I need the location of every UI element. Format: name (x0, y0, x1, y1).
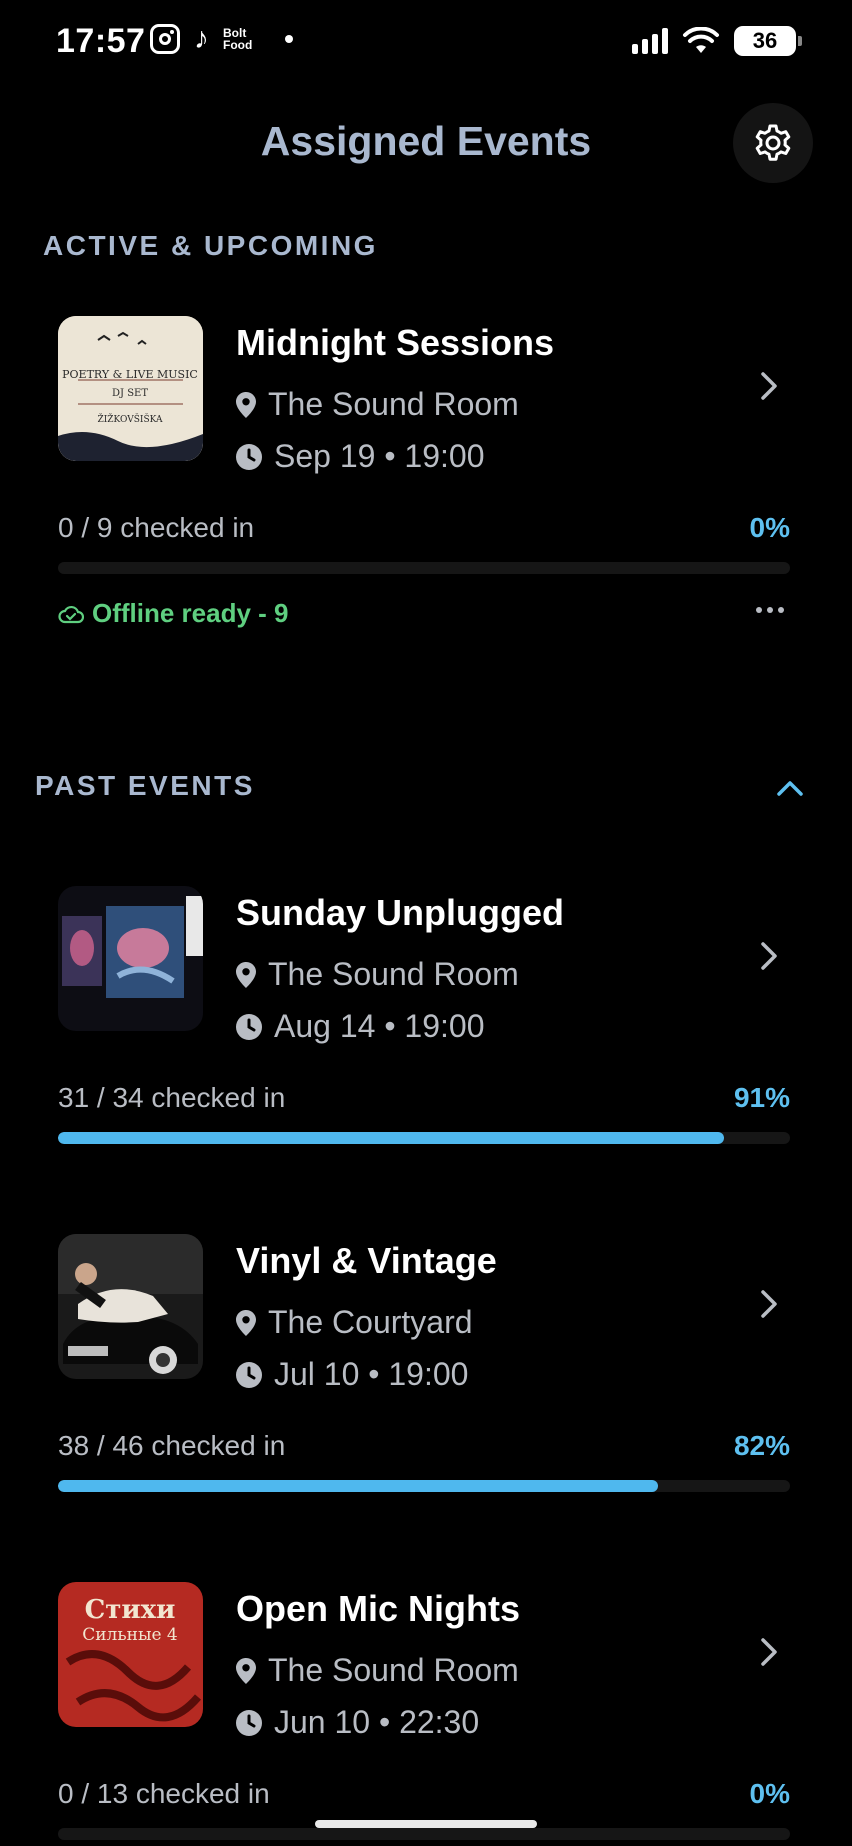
gear-icon (755, 124, 791, 161)
location-pin-icon (236, 961, 256, 988)
event-date: Jul 10 • 19:00 (236, 1356, 468, 1393)
checkin-progress-row: 38 / 46 checked in 82% (58, 1430, 790, 1462)
more-options-icon[interactable] (756, 600, 784, 620)
checkin-count: 31 / 34 checked in (58, 1082, 286, 1113)
cloud-check-icon (58, 605, 84, 623)
event-venue: The Sound Room (236, 956, 519, 993)
checkin-percent: 0% (749, 512, 790, 543)
checkin-progress-bar (58, 1480, 790, 1492)
svg-text:Сильные 4: Сильные 4 (82, 1625, 178, 1645)
checkin-progress-row: 0 / 9 checked in 0% (58, 512, 790, 544)
more-notifications-icon (285, 35, 293, 43)
offline-status-label: Offline ready - 9 (92, 598, 289, 628)
notification-icons: ♪ Bolt Food (150, 24, 293, 54)
tiktok-icon: ♪ (194, 22, 209, 55)
event-poster: Стихи Сильные 4 (58, 1582, 203, 1727)
event-date-label: Aug 14 • 19:00 (274, 1008, 485, 1044)
chevron-right-icon[interactable] (754, 366, 784, 406)
event-venue: The Courtyard (236, 1304, 473, 1341)
location-pin-icon (236, 1657, 256, 1684)
settings-button[interactable] (733, 103, 813, 183)
svg-text:POETRY & LIVE MUSIC: POETRY & LIVE MUSIC (62, 368, 198, 381)
svg-text:Стихи: Стихи (85, 1595, 176, 1625)
chevron-right-icon[interactable] (754, 1632, 784, 1672)
checkin-percent: 82% (733, 1430, 790, 1461)
instagram-icon (150, 24, 180, 54)
checkin-count: 0 / 13 checked in (58, 1778, 270, 1809)
checkin-count: 38 / 46 checked in (58, 1430, 286, 1461)
section-header-past: PAST EVENTS (35, 770, 255, 801)
event-venue-label: The Sound Room (268, 386, 519, 422)
event-title: Midnight Sessions (236, 322, 555, 363)
event-title: Sunday Unplugged (236, 892, 564, 933)
event-date-label: Jul 10 • 19:00 (274, 1356, 469, 1392)
location-pin-icon (236, 391, 256, 418)
event-title: Open Mic Nights (236, 1588, 521, 1629)
checkin-percent: 91% (733, 1082, 790, 1113)
page-title: Assigned Events (260, 118, 592, 164)
wifi-icon (683, 27, 719, 53)
svg-text:DJ SET: DJ SET (112, 388, 148, 399)
status-bar: 17:57 ♪ Bolt Food 36 (0, 0, 852, 90)
chevron-right-icon[interactable] (754, 936, 784, 976)
event-date-label: Jun 10 • 22:30 (274, 1704, 480, 1740)
checkin-progress-bar (58, 562, 790, 574)
event-venue: The Sound Room (236, 1652, 519, 1689)
battery-icon: 36 (734, 26, 802, 56)
checkin-count: 0 / 9 checked in (58, 512, 255, 543)
chevron-right-icon[interactable] (754, 1284, 784, 1324)
checkin-percent: 0% (749, 1778, 790, 1809)
checkin-progress-row: 31 / 34 checked in 91% (58, 1082, 790, 1114)
svg-text:ŽIŽKOVŠIŠKA: ŽIŽKOVŠIŠKA (97, 413, 163, 425)
offline-status: Offline ready - 9 (58, 598, 289, 629)
event-title: Vinyl & Vintage (236, 1240, 497, 1281)
event-date-label: Sep 19 • 19:00 (274, 438, 485, 474)
signal-icon (632, 28, 668, 54)
section-header-active: ACTIVE & UPCOMING (43, 230, 378, 261)
event-date: Aug 14 • 19:00 (236, 1008, 484, 1045)
clock-icon (236, 1361, 262, 1388)
clock-icon (236, 1013, 262, 1040)
event-poster (58, 1234, 203, 1379)
checkin-progress-fill (58, 1132, 725, 1144)
bolt-food-icon: Bolt Food (223, 26, 253, 52)
checkin-progress-row: 0 / 13 checked in 0% (58, 1778, 790, 1810)
event-poster (58, 886, 203, 1031)
collapse-toggle[interactable] (770, 770, 810, 806)
checkin-progress-bar (58, 1132, 790, 1144)
event-venue-label: The Sound Room (268, 956, 519, 992)
clock-icon (236, 1709, 262, 1736)
event-venue: The Sound Room (236, 386, 519, 423)
event-poster: POETRY & LIVE MUSIC DJ SET ŽIŽKOVŠIŠKA (58, 316, 203, 461)
clock-icon (236, 443, 262, 470)
event-date: Jun 10 • 22:30 (236, 1704, 479, 1741)
event-date: Sep 19 • 19:00 (236, 438, 484, 475)
chevron-up-icon (777, 781, 803, 796)
location-pin-icon (236, 1309, 256, 1336)
checkin-progress-bar (58, 1828, 790, 1840)
checkin-progress-fill (58, 1480, 659, 1492)
status-time: 17:57 (56, 22, 146, 60)
event-venue-label: The Courtyard (268, 1304, 473, 1340)
home-indicator[interactable] (315, 1820, 537, 1828)
event-venue-label: The Sound Room (268, 1652, 519, 1688)
system-icons: 36 (632, 26, 802, 56)
